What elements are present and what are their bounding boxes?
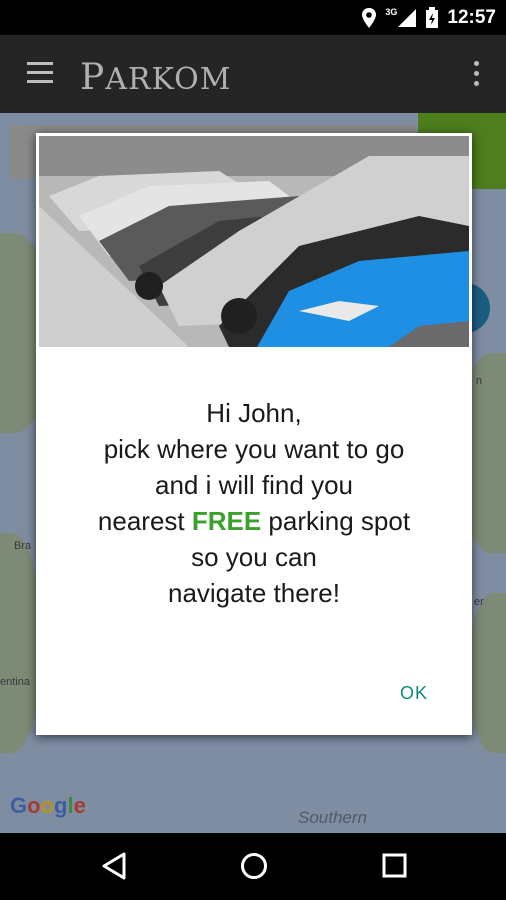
message-line-greeting: Hi John, <box>206 398 302 428</box>
message-line-4: nearest FREE parking spot <box>97 506 411 536</box>
google-logo: Google <box>10 793 86 818</box>
message-line-5: so you can <box>191 542 317 572</box>
map-label-bra: Bra <box>14 540 32 552</box>
app-logo: PARKOM <box>80 57 231 98</box>
free-highlight: FREE <box>191 506 262 536</box>
logo-rest: ARKOM <box>105 62 232 97</box>
map-label-entina: entina <box>0 676 30 688</box>
menu-icon[interactable] <box>27 62 53 84</box>
map-land-right-south <box>470 593 506 753</box>
battery-icon <box>426 7 439 28</box>
map-label-southern: Southern <box>298 808 367 827</box>
app-bar: PARKOM <box>0 35 506 113</box>
status-bar: 3G 12:57 <box>0 0 506 35</box>
map-label-er: er <box>474 596 484 608</box>
ok-button[interactable]: OK <box>400 683 428 704</box>
status-time: 12:57 <box>447 7 496 28</box>
message-line-2: pick where you want to go <box>103 434 405 464</box>
system-nav-bar <box>0 833 506 900</box>
network-type-label: 3G <box>385 7 398 17</box>
signal-icon <box>398 9 417 27</box>
message-line-6: navigate there! <box>167 578 340 608</box>
location-icon <box>362 8 377 28</box>
home-icon[interactable] <box>239 851 269 881</box>
logo-first-letter: P <box>80 57 106 98</box>
recents-icon[interactable] <box>381 851 409 881</box>
more-vert-icon[interactable] <box>474 61 480 87</box>
map-land-left-south <box>0 533 40 753</box>
status-icons: 3G 12:57 <box>361 5 496 31</box>
map-label-n: n <box>476 375 483 387</box>
parked-cars-photo <box>39 136 469 347</box>
welcome-dialog: Hi John, pick where you want to go and i… <box>36 133 472 735</box>
dialog-message: Hi John, pick where you want to go and i… <box>36 395 472 611</box>
message-line-3: and i will find you <box>155 470 353 500</box>
back-icon[interactable] <box>100 851 128 881</box>
